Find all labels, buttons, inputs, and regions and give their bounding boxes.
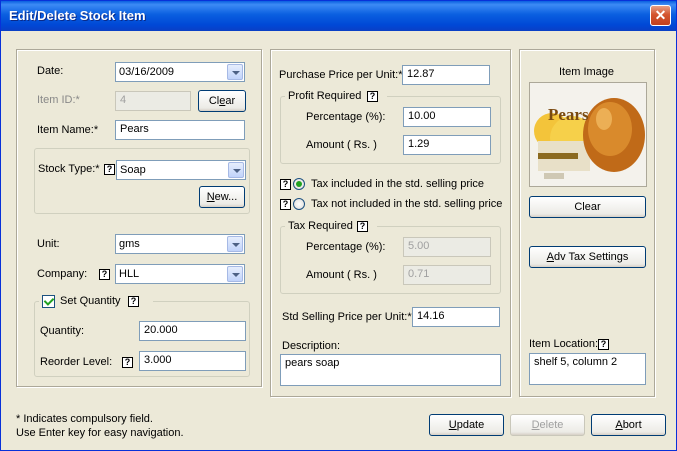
tax-not-included-radio[interactable] [293, 198, 305, 210]
tax-included-radio[interactable] [293, 178, 305, 190]
description-label: Description: [282, 340, 341, 352]
profit-amount-field[interactable]: 1.29 [403, 135, 491, 155]
tax-percentage-field[interactable]: 5.00 [403, 237, 491, 257]
stock-type-value: Soap [120, 164, 146, 176]
stock-type-select[interactable]: Soap [116, 160, 246, 180]
profit-required-title: Profit Required [288, 90, 362, 102]
item-name-label: Item Name:* [37, 124, 99, 136]
help-icon[interactable]: ? [367, 91, 378, 102]
new-stock-type-button[interactable]: New... [199, 186, 245, 208]
right-panel: Item Image Pears Clear Adv Tax Settings … [519, 49, 655, 397]
help-icon[interactable]: ? [598, 339, 609, 350]
stock-item-dialog: Edit/Delete Stock Item ✕ Date: 03/16/200… [0, 0, 677, 451]
stock-type-group: Stock Type:* ? Soap New... [34, 148, 250, 214]
help-icon[interactable]: ? [280, 199, 291, 210]
std-selling-price-label: Std Selling Price per Unit:* [282, 311, 412, 323]
tax-required-header: Tax Required ? [285, 220, 377, 234]
profit-amount-label: Amount ( Rs. ) [306, 139, 377, 151]
window-title: Edit/Delete Stock Item [9, 8, 146, 23]
unit-value: gms [119, 238, 140, 250]
date-picker[interactable]: 03/16/2009 [115, 62, 245, 82]
item-id-label: Item ID:* [37, 94, 80, 106]
item-id-field[interactable]: 4 [115, 91, 191, 111]
profit-required-group: Profit Required ? Percentage (%): 10.00 … [280, 90, 501, 164]
update-button[interactable]: Update [429, 414, 504, 436]
help-icon[interactable]: ? [128, 296, 139, 307]
company-label: Company: [37, 268, 88, 280]
close-button[interactable]: ✕ [650, 5, 671, 26]
profit-percentage-field[interactable]: 10.00 [403, 107, 491, 127]
tax-required-group: Tax Required ? Percentage (%): 5.00 Amou… [280, 220, 501, 294]
chevron-down-icon[interactable] [227, 266, 243, 282]
tax-not-included-label[interactable]: Tax not included in the std. selling pri… [311, 198, 502, 210]
clear-image-button[interactable]: Clear [529, 196, 646, 218]
item-image-label: Item Image [559, 66, 615, 78]
reorder-label: Reorder Level: [40, 356, 113, 368]
purchase-price-field[interactable]: 12.87 [402, 65, 490, 85]
help-icon[interactable]: ? [280, 179, 291, 190]
adv-tax-settings-button[interactable]: Adv Tax Settings [529, 246, 646, 268]
set-quantity-group: Set Quantity ? Quantity: 20.000 Reorder … [34, 294, 250, 377]
clear-id-button[interactable]: Clear [198, 90, 246, 112]
set-quantity-checkbox[interactable] [42, 295, 55, 308]
set-quantity-header: Set Quantity ? [39, 294, 153, 308]
description-field[interactable]: pears soap [280, 354, 501, 386]
delete-button[interactable]: Delete [510, 414, 585, 436]
date-label: Date: [37, 65, 64, 77]
title-bar[interactable]: Edit/Delete Stock Item ✕ [1, 1, 676, 31]
chevron-down-icon[interactable] [227, 64, 243, 80]
tax-amount-field[interactable]: 0.71 [403, 265, 491, 285]
chevron-down-icon[interactable] [228, 162, 244, 178]
set-quantity-label: Set Quantity [60, 295, 121, 307]
stock-type-label: Stock Type:* [38, 163, 100, 175]
image-brand-text: Pears [548, 105, 589, 124]
help-icon[interactable]: ? [357, 221, 368, 232]
item-location-label: Item Location: [529, 338, 599, 350]
navigation-note: Use Enter key for easy navigation. [16, 427, 184, 439]
quantity-field[interactable]: 20.000 [139, 321, 246, 341]
help-icon[interactable]: ? [104, 164, 115, 175]
std-selling-price-field[interactable]: 14.16 [412, 307, 500, 327]
unit-label: Unit: [37, 238, 60, 250]
item-location-field[interactable]: shelf 5, column 2 [529, 353, 646, 385]
purchase-price-label: Purchase Price per Unit:* [279, 69, 403, 81]
left-panel: Date: 03/16/2009 Item ID:* 4 Clear Item … [16, 49, 262, 387]
abort-button[interactable]: Abort [591, 414, 666, 436]
tax-included-label[interactable]: Tax included in the std. selling price [311, 178, 484, 190]
company-select[interactable]: HLL [115, 264, 245, 284]
profit-percentage-label: Percentage (%): [306, 111, 386, 123]
quantity-label: Quantity: [40, 325, 85, 337]
profit-required-header: Profit Required ? [285, 90, 387, 104]
unit-select[interactable]: gms [115, 234, 245, 254]
item-image[interactable]: Pears [529, 82, 647, 187]
compulsory-note: * Indicates compulsory field. [16, 413, 153, 425]
reorder-field[interactable]: 3.000 [139, 351, 246, 371]
tax-percentage-label: Percentage (%): [306, 241, 386, 253]
help-icon[interactable]: ? [122, 357, 133, 368]
help-icon[interactable]: ? [99, 269, 110, 280]
item-name-field[interactable]: Pears [115, 120, 245, 140]
tax-amount-label: Amount ( Rs. ) [306, 269, 377, 281]
company-value: HLL [119, 268, 140, 280]
tax-required-title: Tax Required [288, 220, 353, 232]
middle-panel: Purchase Price per Unit:* 12.87 Profit R… [270, 49, 511, 397]
soap-image-icon [530, 83, 646, 186]
date-value: 03/16/2009 [119, 66, 175, 78]
chevron-down-icon[interactable] [227, 236, 243, 252]
